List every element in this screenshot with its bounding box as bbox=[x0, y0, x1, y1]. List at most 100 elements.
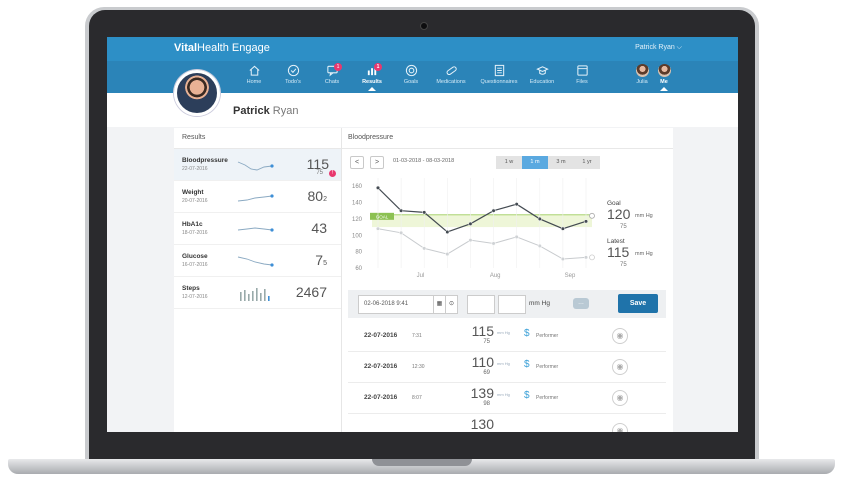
table-row[interactable]: 22-07-2016 12:30 110 69 mm Hg $ Performe… bbox=[348, 351, 666, 383]
row-diastolic: 75 bbox=[483, 339, 490, 345]
range-1w[interactable]: 1 w bbox=[496, 156, 522, 169]
nav-chats[interactable]: Chats 1 bbox=[312, 63, 352, 85]
result-value-main: 7 bbox=[315, 252, 324, 268]
goal-unit: mm Hg bbox=[635, 213, 653, 219]
result-hba1c[interactable]: HbA1c 18-07-2016 43 bbox=[174, 213, 341, 245]
data-point bbox=[537, 216, 542, 221]
result-date: 20-07-2016 bbox=[182, 198, 208, 204]
data-point bbox=[583, 255, 589, 260]
detail-title: Bloodpressure bbox=[342, 128, 673, 149]
nav-education-label: Education bbox=[529, 79, 555, 85]
result-name: Steps bbox=[182, 285, 200, 292]
result-glucose[interactable]: Glucose 16-07-2016 75 bbox=[174, 245, 341, 277]
data-point bbox=[422, 246, 427, 251]
diastolic-input[interactable] bbox=[498, 295, 526, 314]
user-menu[interactable]: Patrick Ryan ⌵ bbox=[635, 44, 682, 52]
entry-unit: mm Hg bbox=[529, 300, 550, 307]
avatar[interactable] bbox=[174, 70, 220, 116]
comment-icon[interactable]: … bbox=[573, 298, 589, 309]
detail-panel: Bloodpressure < > 01-03-2018 - 08-03-201… bbox=[342, 128, 673, 432]
nav-medications[interactable]: Medications bbox=[431, 64, 471, 85]
nav-questionnaires[interactable]: Questionnaires bbox=[479, 64, 519, 85]
result-name: HbA1c bbox=[182, 221, 203, 228]
next-period-button[interactable]: > bbox=[370, 156, 384, 169]
result-name: Glucose bbox=[182, 253, 208, 260]
systolic-input[interactable] bbox=[467, 295, 495, 314]
nav-me[interactable]: Me bbox=[644, 64, 684, 91]
row-diastolic: 98 bbox=[483, 401, 490, 407]
data-point bbox=[375, 185, 381, 190]
location-pin-icon[interactable]: ◉ bbox=[612, 390, 628, 406]
result-value: 802 bbox=[308, 188, 327, 204]
result-value: 43 bbox=[311, 220, 327, 236]
data-point bbox=[445, 229, 450, 235]
table-row[interactable]: 130 ◉ bbox=[348, 413, 666, 432]
prev-period-button[interactable]: < bbox=[350, 156, 364, 169]
results-panel: Results Bloodpressure 22-07-2016 115 75 … bbox=[174, 128, 342, 432]
result-date: 22-07-2016 bbox=[182, 166, 208, 172]
row-diastolic: 69 bbox=[483, 370, 490, 376]
sparkline-glucose bbox=[237, 256, 274, 267]
brand-bold: Vital bbox=[174, 42, 198, 54]
laptop-notch bbox=[372, 459, 472, 466]
save-button[interactable]: Save bbox=[618, 294, 658, 313]
row-systolic: 115 bbox=[471, 323, 494, 339]
nav-education[interactable]: Education bbox=[522, 64, 562, 85]
range-1yr[interactable]: 1 yr bbox=[574, 156, 600, 169]
y-tick-label: 160 bbox=[352, 184, 363, 190]
pill-icon bbox=[446, 66, 457, 76]
data-point bbox=[537, 243, 542, 248]
result-weight[interactable]: Weight 20-07-2016 802 bbox=[174, 181, 341, 213]
y-tick-label: 100 bbox=[352, 233, 363, 239]
y-tick-label: 120 bbox=[352, 217, 363, 223]
datetime-input[interactable]: 02-06-2018 9:41 bbox=[358, 295, 434, 314]
results-badge: 1 bbox=[374, 63, 382, 71]
latest-diastolic: 75 bbox=[620, 262, 627, 268]
nav-goals-label: Goals bbox=[403, 79, 419, 85]
y-tick-label: 140 bbox=[352, 201, 363, 207]
clock-icon[interactable]: ⊙ bbox=[445, 295, 458, 314]
x-tick-label: Sep bbox=[565, 273, 576, 279]
result-steps[interactable]: Steps 12-07-2016 2467 bbox=[174, 277, 341, 309]
nav-goals[interactable]: Goals bbox=[391, 64, 431, 85]
nav-files[interactable]: Files bbox=[562, 64, 602, 85]
data-point bbox=[491, 208, 496, 213]
location-pin-icon[interactable]: ◉ bbox=[612, 359, 628, 375]
check-circle-icon bbox=[287, 64, 299, 77]
range-3m[interactable]: 3 m bbox=[548, 156, 574, 169]
x-tick-label: Jul bbox=[417, 273, 425, 279]
chats-badge: 1 bbox=[334, 63, 342, 71]
alert-badge: ! bbox=[329, 170, 336, 177]
nav-todos[interactable]: Todo's bbox=[273, 64, 313, 85]
range-1m[interactable]: 1 m bbox=[522, 156, 548, 169]
location-pin-icon[interactable]: ◉ bbox=[612, 423, 628, 432]
latest-marker bbox=[589, 254, 595, 261]
latest-systolic: 115 bbox=[607, 244, 630, 260]
target-icon bbox=[405, 64, 417, 77]
nav-me-label: Me bbox=[660, 79, 668, 85]
series-line-1 bbox=[377, 228, 587, 260]
date-range: 01-03-2018 - 08-03-2018 bbox=[393, 158, 455, 164]
list-icon bbox=[494, 64, 504, 77]
location-pin-icon[interactable]: ◉ bbox=[612, 328, 628, 344]
row-date: 22-07-2016 bbox=[364, 332, 398, 339]
brand-logo[interactable]: VitalHealth Engage bbox=[174, 42, 270, 54]
table-row[interactable]: 22-07-2016 8:07 139 98 mm Hg $ Performer… bbox=[348, 382, 666, 414]
result-bloodpressure[interactable]: Bloodpressure 22-07-2016 115 75 ! bbox=[174, 149, 341, 181]
profile-first-name: Patrick bbox=[233, 105, 270, 117]
nav-home[interactable]: Home bbox=[234, 64, 274, 85]
data-point bbox=[468, 221, 473, 226]
data-point bbox=[514, 202, 519, 207]
sparkline-hba1c bbox=[237, 227, 274, 232]
stethoscope-icon: $ bbox=[524, 390, 530, 401]
data-point bbox=[514, 234, 519, 239]
table-row[interactable]: 22-07-2016 7:31 115 75 mm Hg $ Performer… bbox=[348, 320, 666, 352]
goal-tag-label: GOAL bbox=[376, 214, 389, 219]
nav-chats-label: Chats bbox=[324, 79, 340, 85]
data-point bbox=[583, 219, 589, 224]
nav-results[interactable]: Results 1 bbox=[352, 63, 392, 91]
home-icon bbox=[249, 65, 259, 76]
data-point bbox=[399, 230, 404, 235]
top-bar: VitalHealth Engage Patrick Ryan ⌵ bbox=[107, 37, 738, 61]
data-point bbox=[399, 208, 404, 213]
